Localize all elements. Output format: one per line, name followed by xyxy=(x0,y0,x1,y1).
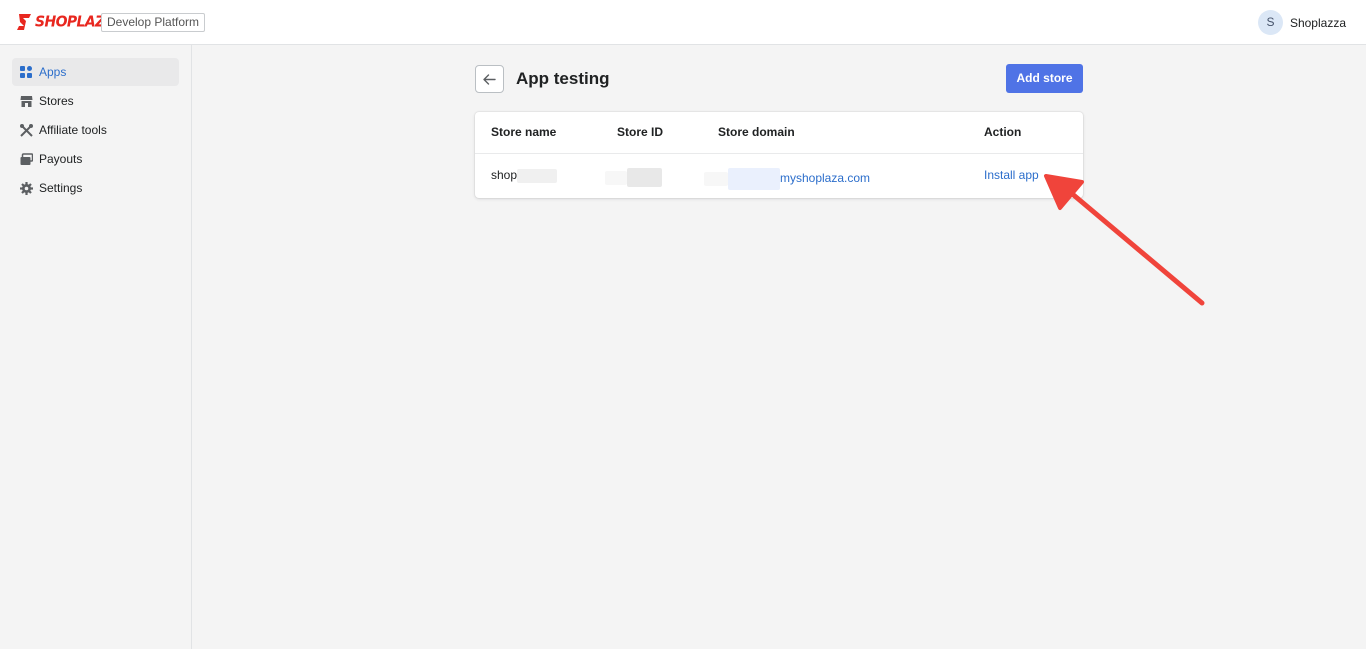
payouts-icon xyxy=(20,152,33,166)
avatar: S xyxy=(1257,10,1283,35)
main-content: App testing Add store Store name Store I… xyxy=(193,45,1366,649)
column-header-store-domain: Store domain xyxy=(718,125,795,139)
user-menu[interactable]: S Shoplazza xyxy=(1257,10,1346,35)
sidebar-item-label: Stores xyxy=(39,94,74,108)
column-header-action: Action xyxy=(984,125,1022,139)
column-header-store-name: Store name xyxy=(491,125,557,139)
platform-label: Develop Platform xyxy=(101,13,206,32)
sidebar-item-apps[interactable]: Apps xyxy=(12,58,179,86)
redacted-store-id-part xyxy=(605,170,627,185)
install-app-link[interactable]: Install app xyxy=(984,168,1039,182)
sidebar-item-settings[interactable]: Settings xyxy=(12,174,179,202)
sidebar-item-label: Settings xyxy=(39,181,83,195)
gear-icon xyxy=(20,181,33,195)
redacted-subdomain xyxy=(728,168,780,190)
action-cell: Install app xyxy=(984,168,1039,182)
sidebar-item-label: Payouts xyxy=(39,152,83,166)
top-bar: SHOPLAZZA Develop Platform S Shoplazza xyxy=(0,0,1366,45)
sidebar-item-stores[interactable]: Stores xyxy=(12,87,179,115)
annotation-arrow-icon xyxy=(1044,174,1205,306)
store-domain-cell: myshoplaza.com xyxy=(704,168,870,190)
column-header-store-id: Store ID xyxy=(617,125,664,139)
store-icon xyxy=(20,95,33,108)
redacted-domain-prefix xyxy=(704,172,728,186)
store-name: shop xyxy=(491,168,518,182)
stores-table: Store name Store ID Store domain Action … xyxy=(475,112,1083,198)
back-button[interactable] xyxy=(475,65,504,93)
page-title: App testing xyxy=(516,69,610,88)
shoplazza-logo-icon xyxy=(17,14,31,30)
redacted-store-name xyxy=(517,168,558,183)
add-store-button[interactable]: Add store xyxy=(1006,64,1083,93)
tools-icon xyxy=(20,123,33,137)
store-id-cell xyxy=(605,168,662,187)
sidebar-item-label: Affiliate tools xyxy=(39,123,107,137)
redacted-store-id xyxy=(627,168,662,187)
sidebar-item-label: Apps xyxy=(39,65,67,79)
row-divider xyxy=(475,153,1083,154)
store-domain-link[interactable]: myshoplaza.com xyxy=(780,171,870,185)
sidebar-item-affiliate-tools[interactable]: Affiliate tools xyxy=(12,116,179,144)
sidebar-item-payouts[interactable]: Payouts xyxy=(12,145,179,173)
user-name: Shoplazza xyxy=(1289,15,1346,30)
sidebar: Apps Stores Affiliate tools Payouts Sett… xyxy=(0,45,192,649)
arrow-left-icon xyxy=(483,73,496,85)
store-name-cell: shop xyxy=(491,168,558,183)
apps-icon xyxy=(20,65,33,79)
